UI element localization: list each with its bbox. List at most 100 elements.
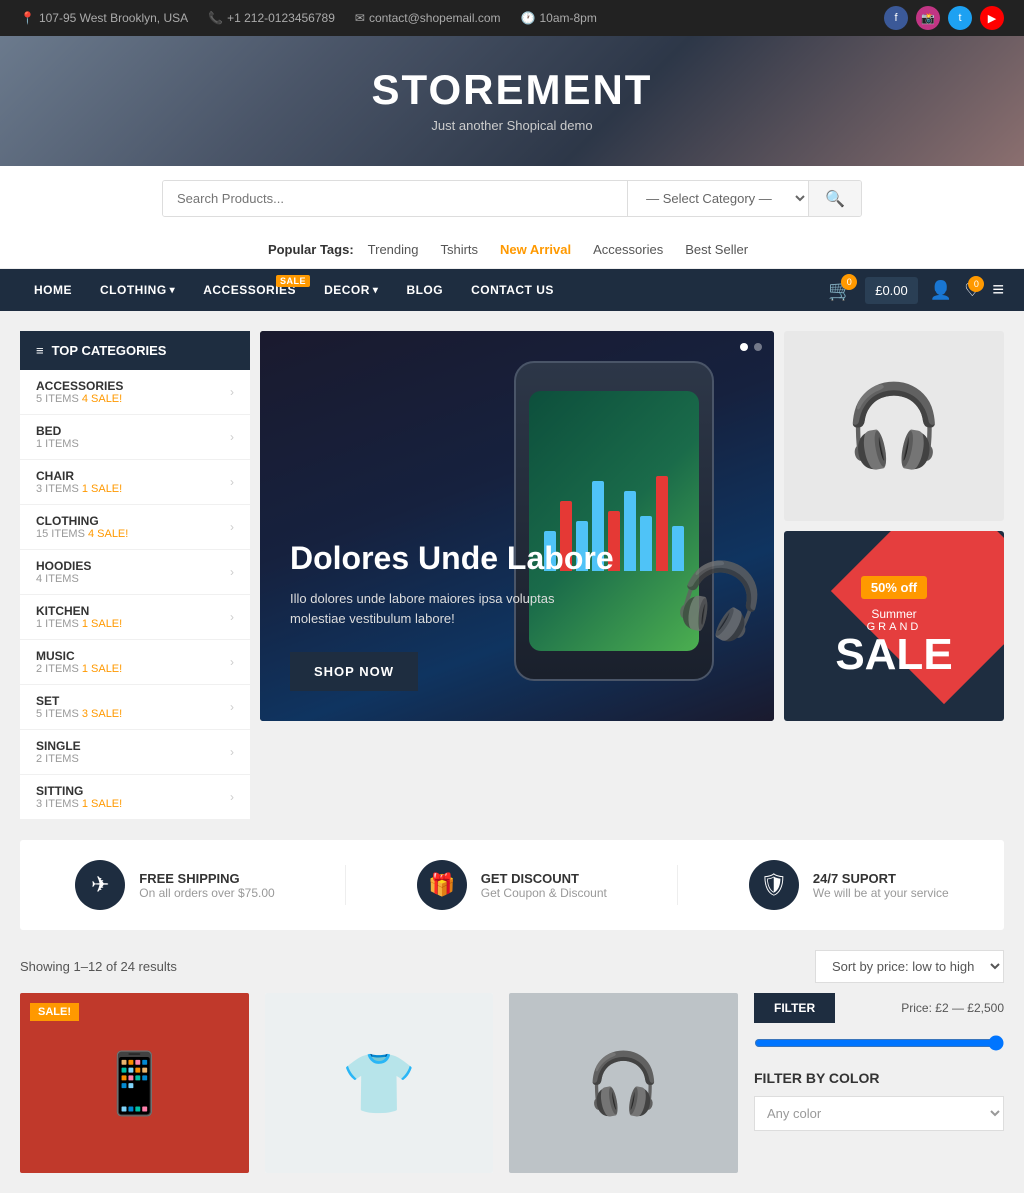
- sidebar-header: ≡ TOP CATEGORIES: [20, 331, 250, 370]
- shipping-sub: On all orders over $75.00: [139, 886, 274, 900]
- sidebar-item-info: KITCHEN 1 ITEMS 1 SALE!: [36, 604, 122, 630]
- tag-accessories[interactable]: Accessories: [585, 239, 671, 260]
- twitter-icon[interactable]: t: [948, 6, 972, 30]
- address: 📍 107-95 West Brooklyn, USA: [20, 11, 188, 25]
- sidebar-item-info: CLOTHING 15 ITEMS 4 SALE!: [36, 514, 128, 540]
- sale-tag-1: SALE!: [30, 1003, 79, 1021]
- user-button[interactable]: 👤: [930, 280, 952, 301]
- sidebar-item-clothing[interactable]: CLOTHING 15 ITEMS 4 SALE! ›: [20, 505, 250, 550]
- cart-button[interactable]: 🛒 0: [828, 278, 853, 303]
- sidebar-item-sitting[interactable]: SITTING 3 ITEMS 1 SALE! ›: [20, 775, 250, 820]
- chevron-right-icon: ›: [230, 745, 234, 759]
- sale-content: 50% off Summer GRAND SALE: [835, 576, 952, 677]
- popular-tags: Popular Tags: Trending Tshirts New Arriv…: [0, 231, 1024, 269]
- navbar: HOME CLOTHING ▾ ACCESSORIESSALE DECOR ▾ …: [0, 269, 1024, 311]
- products-layout: SALE! 📱 👕 🎧: [20, 993, 1004, 1173]
- sidebar-item-info: SITTING 3 ITEMS 1 SALE!: [36, 784, 122, 810]
- product-card-1[interactable]: SALE! 📱: [20, 993, 249, 1173]
- results-count: Showing 1–12 of 24 results: [20, 959, 177, 974]
- headphone-panel: 🎧: [784, 331, 1004, 521]
- wishlist-button[interactable]: ♡ 0: [964, 280, 980, 301]
- instagram-icon[interactable]: 📸: [916, 6, 940, 30]
- products-section: Showing 1–12 of 24 results Sort by price…: [10, 940, 1014, 1183]
- sidebar-item-info: SINGLE 2 ITEMS: [36, 739, 81, 765]
- top-bar-left: 📍 107-95 West Brooklyn, USA 📞 +1 212-012…: [20, 11, 597, 25]
- sidebar-item-hoodies[interactable]: HOODIES 4 ITEMS ›: [20, 550, 250, 595]
- sale-badge: SALE: [276, 275, 310, 287]
- product-card-2[interactable]: 👕: [265, 993, 494, 1173]
- tag-tshirts[interactable]: Tshirts: [432, 239, 486, 260]
- products-grid: SALE! 📱 👕 🎧: [20, 993, 738, 1173]
- shipping-icon: ✈: [75, 860, 125, 910]
- chevron-right-icon: ›: [230, 430, 234, 444]
- social-icons: f 📸 t ▶: [884, 6, 1004, 30]
- features-bar: ✈ FREE SHIPPING On all orders over $75.0…: [20, 840, 1004, 930]
- nav-home[interactable]: HOME: [20, 269, 86, 311]
- facebook-icon[interactable]: f: [884, 6, 908, 30]
- site-subtitle: Just another Shopical demo: [20, 118, 1004, 133]
- tag-new-arrival[interactable]: New Arrival: [492, 239, 579, 260]
- sidebar-item-info: MUSIC 2 ITEMS 1 SALE!: [36, 649, 122, 675]
- sidebar-item-bed[interactable]: BED 1 ITEMS ›: [20, 415, 250, 460]
- sidebar-items: ACCESSORIES 5 ITEMS 4 SALE! › BED 1 ITEM…: [20, 370, 250, 820]
- filter-color-header: FILTER BY COLOR: [754, 1070, 1004, 1086]
- sidebar-item-single[interactable]: SINGLE 2 ITEMS ›: [20, 730, 250, 775]
- sidebar-item-info: ACCESSORIES 5 ITEMS 4 SALE!: [36, 379, 123, 405]
- sidebar-item-set[interactable]: SET 5 ITEMS 3 SALE! ›: [20, 685, 250, 730]
- site-title: STOREMENT: [20, 66, 1004, 114]
- search-button[interactable]: 🔍: [808, 181, 861, 216]
- nav-decor[interactable]: DECOR ▾: [310, 269, 392, 311]
- chevron-right-icon: ›: [230, 700, 234, 714]
- sidebar-item-kitchen[interactable]: KITCHEN 1 ITEMS 1 SALE! ›: [20, 595, 250, 640]
- wish-count: 0: [968, 276, 984, 292]
- filter-sidebar: FILTER Price: £2 — £2,500 FILTER BY COLO…: [754, 993, 1004, 1173]
- nav-right: 🛒 0 £0.00 👤 ♡ 0 ≡: [828, 277, 1004, 304]
- slider: 🎧 Dolores Unde Labore Illo dolores unde …: [260, 331, 774, 721]
- sidebar-item-info: BED 1 ITEMS: [36, 424, 79, 450]
- sidebar-item-info: SET 5 ITEMS 3 SALE!: [36, 694, 122, 720]
- nav-accessories[interactable]: ACCESSORIESSALE: [189, 269, 310, 311]
- dot-2[interactable]: [754, 343, 762, 351]
- headphone-image: 🎧: [844, 379, 944, 473]
- category-select[interactable]: — Select Category —: [628, 181, 808, 216]
- discount-icon: 🎁: [417, 860, 467, 910]
- cart-count: 0: [841, 274, 857, 290]
- sort-select[interactable]: Sort by price: low to high: [815, 950, 1004, 983]
- location-icon: 📍: [20, 11, 35, 25]
- nav-clothing[interactable]: CLOTHING ▾: [86, 269, 189, 311]
- discount-sub: Get Coupon & Discount: [481, 886, 607, 900]
- email-icon: ✉: [355, 11, 365, 25]
- product-card-3[interactable]: 🎧: [509, 993, 738, 1173]
- slider-dots: [740, 343, 762, 351]
- sidebar-item-music[interactable]: MUSIC 2 ITEMS 1 SALE! ›: [20, 640, 250, 685]
- youtube-icon[interactable]: ▶: [980, 6, 1004, 30]
- product-image-1: SALE! 📱: [20, 993, 249, 1173]
- tag-best-seller[interactable]: Best Seller: [677, 239, 756, 260]
- filter-button[interactable]: FILTER: [754, 993, 835, 1023]
- sidebar-item-info: CHAIR 3 ITEMS 1 SALE!: [36, 469, 122, 495]
- hero-slider-area: 🎧 Dolores Unde Labore Illo dolores unde …: [250, 321, 784, 830]
- tag-trending[interactable]: Trending: [360, 239, 427, 260]
- chevron-right-icon: ›: [230, 655, 234, 669]
- search-input[interactable]: [163, 181, 627, 216]
- chevron-right-icon: ›: [230, 475, 234, 489]
- filter-top: FILTER Price: £2 — £2,500: [754, 993, 1004, 1023]
- sidebar-item-chair[interactable]: CHAIR 3 ITEMS 1 SALE! ›: [20, 460, 250, 505]
- nav-contact[interactable]: CONTACT US: [457, 269, 568, 311]
- slider-text: Dolores Unde Labore Illo dolores unde la…: [290, 539, 614, 691]
- dot-1[interactable]: [740, 343, 748, 351]
- shop-now-button[interactable]: SHOP NOW: [290, 652, 418, 691]
- nav-blog[interactable]: BLOG: [392, 269, 457, 311]
- color-select[interactable]: Any color: [754, 1096, 1004, 1131]
- sale-big-text: SALE: [835, 633, 952, 677]
- sidebar-item-accessories[interactable]: ACCESSORIES 5 ITEMS 4 SALE! ›: [20, 370, 250, 415]
- support-title: 24/7 SUPORT: [813, 871, 949, 886]
- menu-button[interactable]: ≡: [992, 279, 1004, 302]
- slider-title: Dolores Unde Labore: [290, 539, 614, 577]
- product-image-2: 👕: [265, 993, 494, 1173]
- sale-panel: 50% off Summer GRAND SALE: [784, 531, 1004, 721]
- list-icon: ≡: [36, 343, 44, 358]
- chevron-right-icon: ›: [230, 565, 234, 579]
- price-range-slider[interactable]: [754, 1035, 1004, 1051]
- main-content: ≡ TOP CATEGORIES ACCESSORIES 5 ITEMS 4 S…: [10, 321, 1014, 830]
